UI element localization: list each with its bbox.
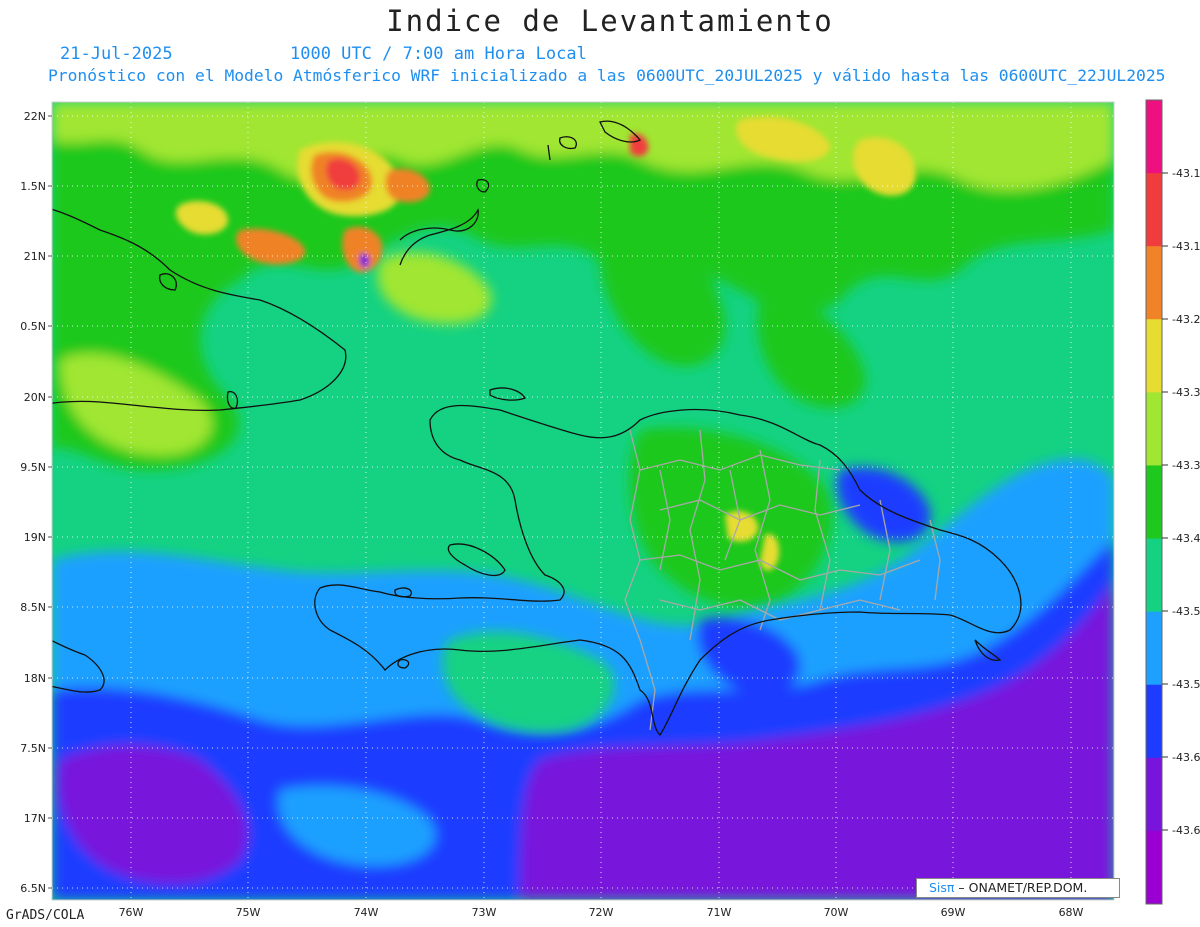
lat-label: 6.5N — [20, 882, 46, 895]
colorbar-swatch — [1146, 392, 1162, 466]
colorbar-label: -43.3 — [1172, 386, 1200, 399]
lon-label: 75W — [236, 906, 261, 919]
lat-label: 9.5N — [20, 461, 46, 474]
contour-field — [52, 102, 1114, 900]
colorbar-label: -43.6 — [1172, 824, 1200, 837]
colorbar-label: -43.1 — [1172, 240, 1200, 253]
colorbar-swatch — [1146, 100, 1162, 174]
colorbar-swatch — [1146, 611, 1162, 686]
software-credit: GrADS/COLA — [6, 908, 85, 923]
latitude-axis: 22N 1.5N 21N 0.5N 20N 9.5N 19N 8.5N 18N … — [20, 110, 46, 895]
colorbar-swatch — [1146, 173, 1162, 247]
lat-label: 1.5N — [20, 180, 46, 193]
colorbar-label: -43.1 — [1172, 167, 1200, 180]
colorbar-swatch — [1146, 465, 1162, 540]
credit-box: Sisπ – ONAMET/REP.DOM. — [916, 878, 1120, 898]
lon-label: 72W — [589, 906, 614, 919]
lat-label: 22N — [24, 110, 46, 123]
lat-label: 0.5N — [20, 320, 46, 333]
colorbar-ticks — [1162, 172, 1168, 831]
colorbar-label: -43.5 — [1172, 678, 1200, 691]
credit-text: – ONAMET/REP.DOM. — [954, 880, 1088, 895]
lat-label: 18N — [24, 672, 46, 685]
lat-label: 7.5N — [20, 742, 46, 755]
lon-label: 71W — [707, 906, 732, 919]
lifted-index-map: 22N 1.5N 21N 0.5N 20N 9.5N 19N 8.5N 18N … — [20, 99, 1200, 919]
colorbar-swatch — [1146, 684, 1162, 759]
colorbar-label: -43.6 — [1172, 751, 1200, 764]
colorbar-label: -43.4 — [1172, 532, 1200, 545]
colorbar-label: -43.2 — [1172, 313, 1200, 326]
colorbar: -43.1 -43.1 -43.2 -43.3 -43.3 -43.4 -43.… — [1145, 99, 1200, 905]
colorbar-label: -43.5 — [1172, 605, 1200, 618]
sispi-logo: Sisπ — [929, 880, 955, 895]
lat-label: 8.5N — [20, 601, 46, 614]
lat-label: 20N — [24, 391, 46, 404]
lon-label: 74W — [354, 906, 379, 919]
colorbar-swatch — [1146, 319, 1162, 393]
lon-label: 76W — [119, 906, 144, 919]
colorbar-swatch — [1146, 830, 1162, 905]
lat-ticks — [48, 115, 52, 889]
colorbar-label: -43.3 — [1172, 459, 1200, 472]
colorbar-swatch — [1146, 757, 1162, 832]
colorbar-swatch — [1146, 538, 1162, 613]
lat-label: 21N — [24, 250, 46, 263]
colorbar-swatches — [1146, 100, 1162, 905]
lon-label: 69W — [941, 906, 966, 919]
lon-label: 68W — [1059, 906, 1084, 919]
lat-label: 19N — [24, 531, 46, 544]
lon-label: 70W — [824, 906, 849, 919]
colorbar-swatch — [1146, 246, 1162, 320]
longitude-axis: 76W 75W 74W 73W 72W 71W 70W 69W 68W — [119, 906, 1084, 919]
lon-label: 73W — [472, 906, 497, 919]
lat-label: 17N — [24, 812, 46, 825]
